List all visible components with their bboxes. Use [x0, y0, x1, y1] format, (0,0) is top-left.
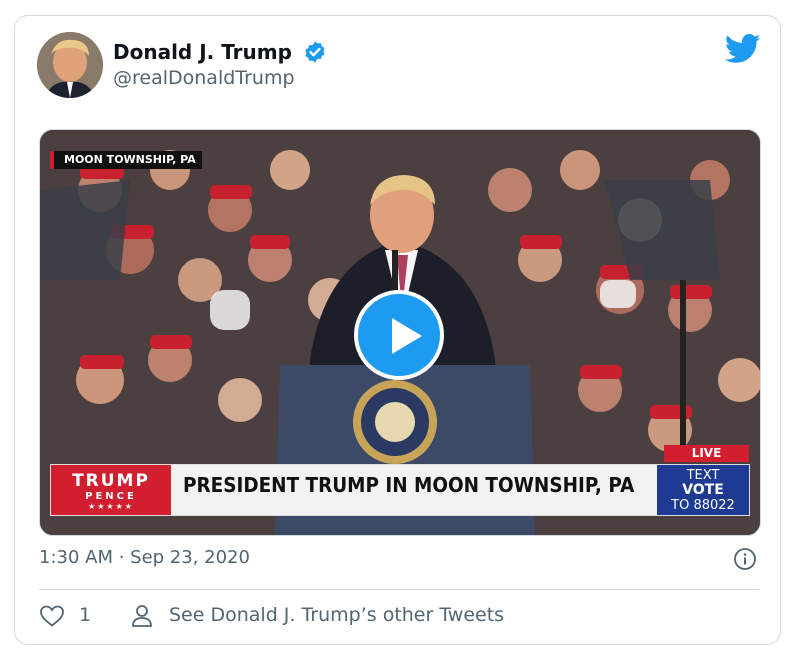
like-count[interactable]: 1 [79, 604, 91, 626]
vote-line1: TEXT [686, 468, 720, 483]
verified-badge-icon [305, 41, 325, 63]
info-icon[interactable] [733, 547, 757, 571]
twitter-bird-icon[interactable] [725, 34, 761, 64]
author-name[interactable]: Donald J. Trump [113, 40, 292, 64]
lower-third-banner: TRUMP PENCE ★★★★★ PRESIDENT TRUMP IN MOO… [50, 464, 750, 516]
logo-line1: TRUMP [72, 471, 150, 491]
vote-line3: TO 88022 [671, 498, 735, 513]
text-vote-box: TEXT VOTE TO 88022 [657, 465, 749, 515]
logo-stars: ★★★★★ [88, 502, 134, 511]
live-badge: LIVE [664, 445, 749, 462]
banner-headline: PRESIDENT TRUMP IN MOON TOWNSHIP, PA [183, 473, 635, 497]
tweet-card[interactable]: Donald J. Trump @realDonaldTrump MOON TO… [14, 15, 781, 645]
heart-icon[interactable] [39, 604, 65, 628]
location-tag: MOON TOWNSHIP, PA [50, 151, 202, 169]
see-other-tweets-link[interactable]: See Donald J. Trump’s other Tweets [169, 604, 504, 626]
video-player[interactable]: MOON TOWNSHIP, PA LIVE TRUMP PENCE ★★★★★… [39, 129, 761, 536]
logo-line2: PENCE [85, 491, 137, 502]
author-handle[interactable]: @realDonaldTrump [113, 67, 295, 89]
avatar-image [37, 32, 103, 98]
trump-pence-logo: TRUMP PENCE ★★★★★ [51, 465, 171, 515]
play-icon[interactable] [354, 290, 444, 380]
vote-line2: VOTE [682, 482, 724, 498]
person-icon [132, 605, 152, 627]
avatar[interactable] [37, 32, 103, 98]
tweet-timestamp[interactable]: 1:30 AM · Sep 23, 2020 [39, 547, 250, 568]
divider [39, 589, 759, 590]
